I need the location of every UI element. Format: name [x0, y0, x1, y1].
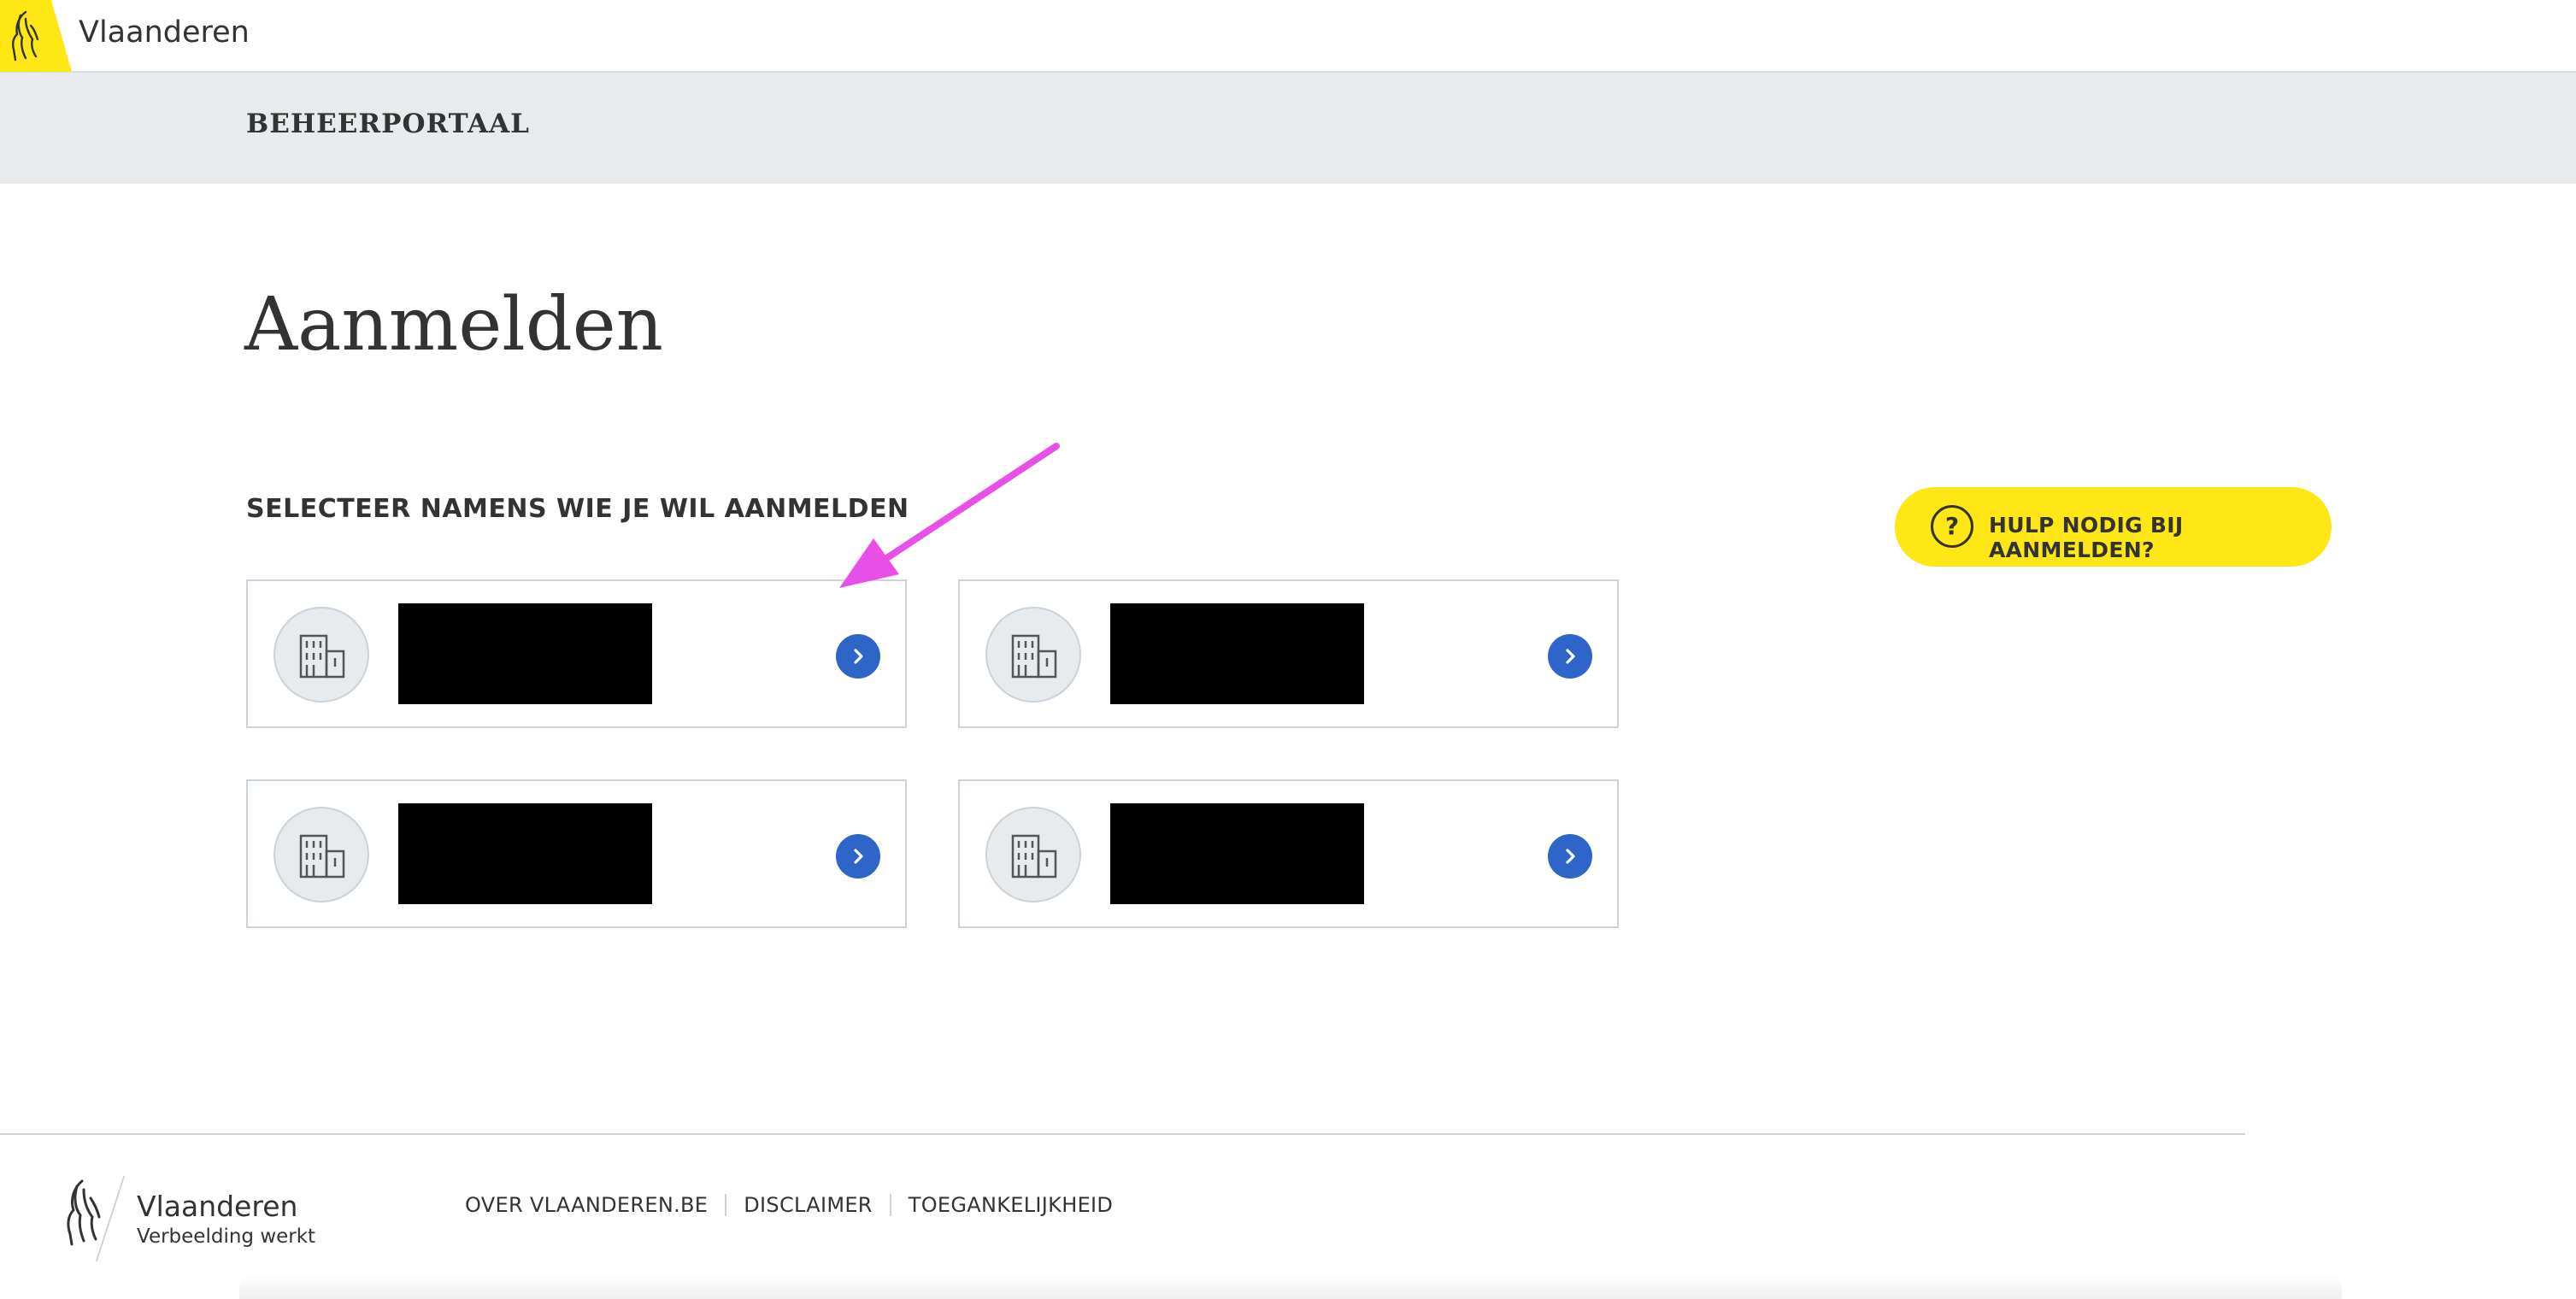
organisation-card-1[interactable]: [246, 579, 907, 728]
building-icon: [1011, 834, 1057, 879]
header-brand[interactable]: Vlaanderen: [79, 15, 250, 50]
footer-link-separator: [725, 1194, 727, 1216]
building-icon: [299, 634, 345, 679]
organisation-card-3[interactable]: [246, 779, 907, 928]
redacted-organisation-name: [398, 603, 652, 704]
building-icon: [299, 834, 345, 879]
flanders-logo[interactable]: [0, 0, 72, 72]
chevron-right-icon: [1566, 849, 1575, 864]
footer-link-separator: [889, 1194, 891, 1216]
portal-bar: BEHEERPORTAAL: [0, 73, 2576, 184]
lion-icon: [12, 10, 39, 62]
help-login-button[interactable]: ? HULP NODIG BIJ AANMELDEN?: [1895, 487, 2332, 567]
top-header: Vlaanderen: [0, 0, 2576, 73]
redacted-organisation-name: [1110, 803, 1364, 904]
building-icon: [1011, 634, 1057, 679]
select-organisation-button[interactable]: [1548, 634, 1592, 679]
footer-link-disclaimer[interactable]: DISCLAIMER: [744, 1193, 873, 1217]
organisation-card-4[interactable]: [958, 779, 1619, 928]
redacted-organisation-name: [398, 803, 652, 904]
chevron-right-icon: [854, 849, 863, 864]
chevron-right-icon: [854, 649, 863, 664]
footer-divider-line: [0, 1133, 2245, 1135]
footer-links: OVER VLAANDEREN.BE DISCLAIMER TOEGANKELI…: [465, 1193, 1113, 1217]
page-title: Aanmelden: [244, 282, 664, 367]
building-avatar: [985, 807, 1081, 902]
select-organisation-button[interactable]: [836, 634, 880, 679]
select-organisation-button[interactable]: [836, 834, 880, 879]
lion-icon: [67, 1179, 101, 1246]
footer-brand: Vlaanderen: [137, 1190, 298, 1223]
footer-tagline: Verbeelding werkt: [137, 1226, 316, 1248]
footer-link-toegankelijkheid[interactable]: TOEGANKELIJKHEID: [909, 1193, 1113, 1217]
chevron-right-icon: [1566, 649, 1575, 664]
redacted-organisation-name: [1110, 603, 1364, 704]
section-label: SELECTEER NAMENS WIE JE WIL AANMELDEN: [246, 494, 909, 524]
bottom-shadow: [239, 1273, 2342, 1299]
building-avatar: [273, 607, 369, 702]
footer-link-over-vlaanderen[interactable]: OVER VLAANDEREN.BE: [465, 1193, 708, 1217]
organisation-card-2[interactable]: [958, 579, 1619, 728]
building-avatar: [273, 807, 369, 902]
portal-title[interactable]: BEHEERPORTAAL: [246, 109, 530, 139]
help-login-label: HULP NODIG BIJ AANMELDEN?: [1989, 513, 2184, 562]
building-avatar: [985, 607, 1081, 702]
select-organisation-button[interactable]: [1548, 834, 1592, 879]
question-icon: ?: [1931, 505, 1973, 548]
